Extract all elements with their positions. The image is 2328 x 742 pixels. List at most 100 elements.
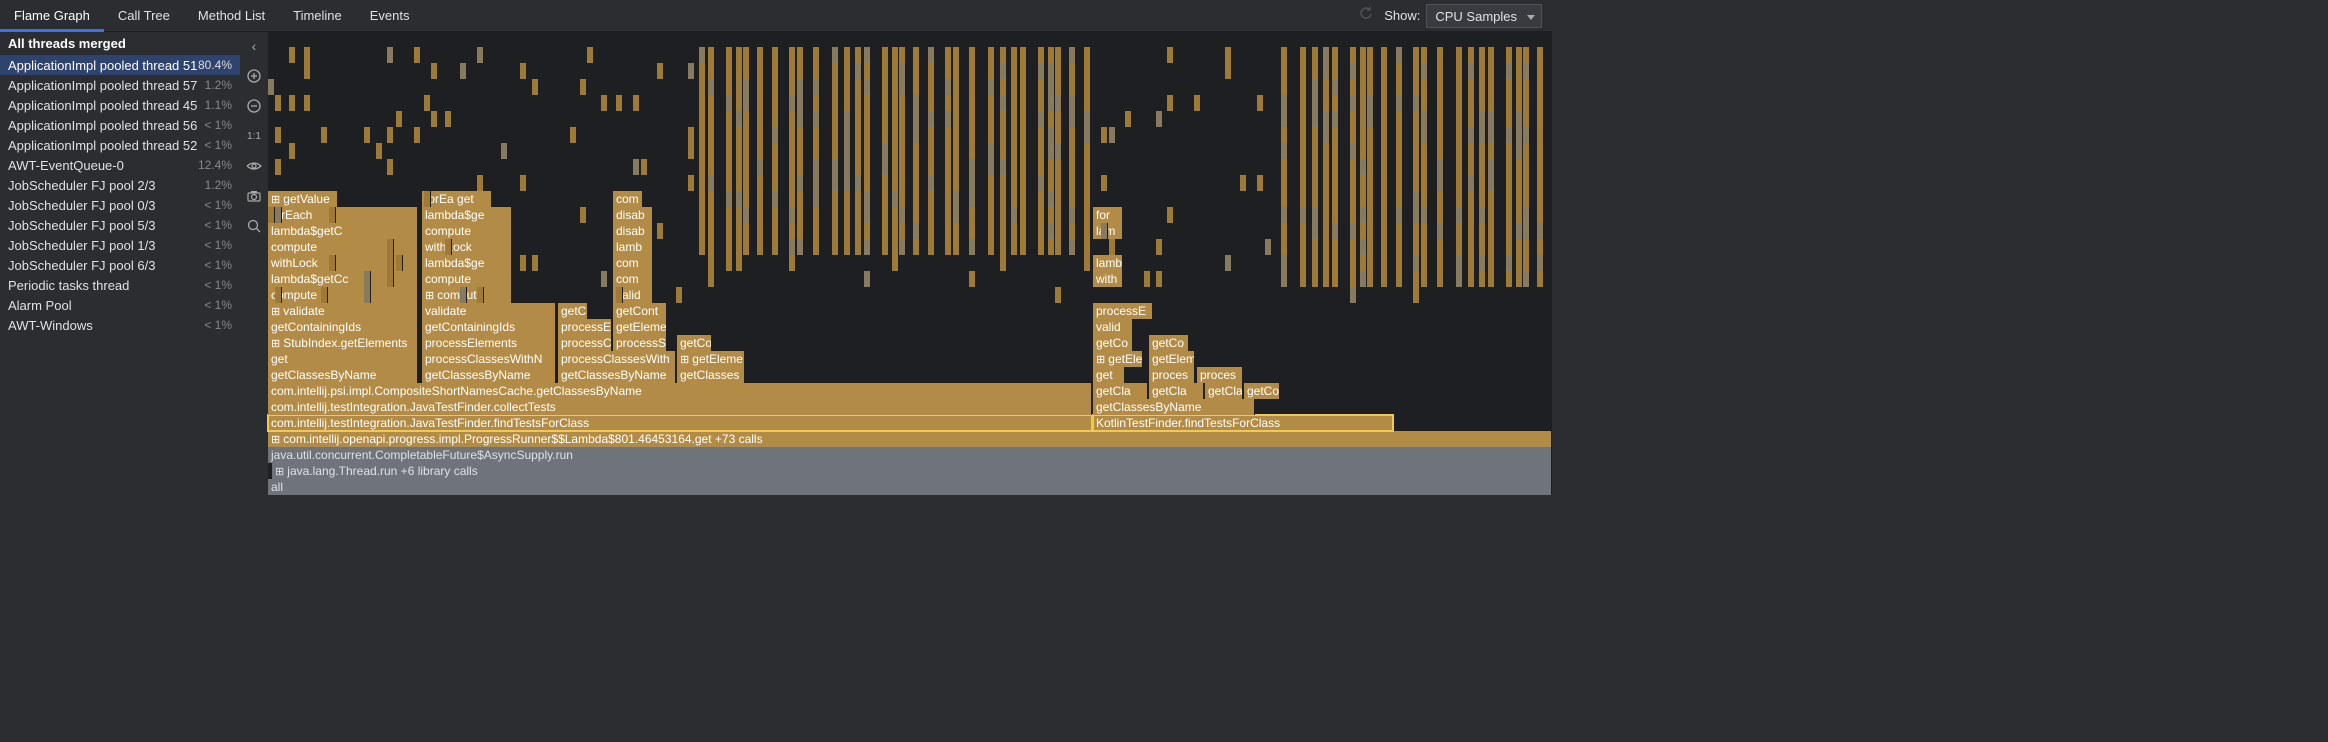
- flame-frame[interactable]: [1350, 191, 1357, 207]
- flame-frame[interactable]: [1367, 79, 1374, 95]
- flame-frame[interactable]: [726, 47, 733, 63]
- flame-frame[interactable]: [813, 111, 820, 127]
- flame-frame[interactable]: [1381, 47, 1388, 63]
- flame-frame[interactable]: com.intellij.psi.impl.CompositeShortName…: [268, 383, 1092, 399]
- flame-frame[interactable]: [1038, 223, 1045, 239]
- flame-frame[interactable]: [1038, 127, 1045, 143]
- flame-frame[interactable]: [1488, 159, 1495, 175]
- flame-frame[interactable]: [844, 223, 851, 239]
- flame-frame[interactable]: [1038, 239, 1045, 255]
- flame-frame[interactable]: [708, 95, 715, 111]
- flame-frame[interactable]: [1396, 127, 1403, 143]
- flame-frame[interactable]: [1265, 239, 1272, 255]
- flame-frame[interactable]: [864, 223, 871, 239]
- flame-frame[interactable]: [1084, 207, 1091, 223]
- flame-frame[interactable]: [953, 175, 960, 191]
- flame-frame[interactable]: [789, 175, 796, 191]
- flame-frame[interactable]: [855, 207, 862, 223]
- zoom-out-icon[interactable]: [244, 96, 264, 116]
- flame-frame[interactable]: [945, 47, 952, 63]
- flame-frame[interactable]: [1506, 255, 1513, 271]
- flame-frame[interactable]: [1516, 47, 1523, 63]
- flame-frame[interactable]: [928, 159, 935, 175]
- flame-frame[interactable]: [1367, 143, 1374, 159]
- flame-frame[interactable]: getEleme: [1149, 351, 1195, 367]
- flame-frame[interactable]: [969, 223, 976, 239]
- flame-frame[interactable]: [772, 207, 779, 223]
- flame-frame[interactable]: [708, 127, 715, 143]
- flame-frame[interactable]: [1421, 111, 1428, 127]
- flame-frame[interactable]: [1479, 159, 1486, 175]
- flame-frame[interactable]: [1332, 63, 1339, 79]
- flame-frame[interactable]: [743, 207, 750, 223]
- flame-frame[interactable]: [945, 175, 952, 191]
- flame-frame[interactable]: [844, 47, 851, 63]
- flame-frame[interactable]: [1456, 111, 1463, 127]
- flame-frame[interactable]: [1011, 63, 1018, 79]
- flame-frame[interactable]: [1537, 111, 1544, 127]
- flame-frame[interactable]: [789, 207, 796, 223]
- flame-frame[interactable]: [1350, 175, 1357, 191]
- flame-frame[interactable]: [1468, 111, 1475, 127]
- flame-frame[interactable]: [1506, 143, 1513, 159]
- flame-frame[interactable]: [1367, 127, 1374, 143]
- flame-frame[interactable]: [736, 191, 743, 207]
- flame-frame[interactable]: [953, 207, 960, 223]
- flame-frame[interactable]: [699, 175, 706, 191]
- flame-frame[interactable]: [813, 47, 820, 63]
- flame-frame[interactable]: [1300, 223, 1307, 239]
- flame-frame[interactable]: [1312, 175, 1319, 191]
- flame-frame[interactable]: [743, 95, 750, 111]
- flame-frame[interactable]: [1456, 271, 1463, 287]
- flame-frame[interactable]: [1413, 111, 1420, 127]
- flame-frame[interactable]: [1011, 127, 1018, 143]
- flame-frame[interactable]: [969, 191, 976, 207]
- flame-frame[interactable]: valid: [1093, 319, 1133, 335]
- flame-frame[interactable]: [1367, 239, 1374, 255]
- flame-frame[interactable]: [899, 79, 906, 95]
- flame-frame[interactable]: [913, 239, 920, 255]
- flame-frame[interactable]: [1156, 271, 1163, 287]
- flame-frame[interactable]: [1421, 271, 1428, 287]
- flame-frame[interactable]: [688, 175, 695, 191]
- flame-frame[interactable]: [855, 143, 862, 159]
- flame-frame[interactable]: [1069, 175, 1076, 191]
- flame-frame[interactable]: [832, 223, 839, 239]
- flame-frame[interactable]: com: [613, 191, 643, 207]
- flame-frame[interactable]: [580, 207, 587, 223]
- flame-frame[interactable]: compute: [268, 287, 418, 303]
- flame-frame[interactable]: lambda$ge: [422, 255, 512, 271]
- flame-frame[interactable]: [813, 175, 820, 191]
- flame-frame[interactable]: getCla: [1205, 383, 1243, 399]
- flame-frame[interactable]: [953, 127, 960, 143]
- flame-frame[interactable]: [1332, 223, 1339, 239]
- flame-frame[interactable]: compute: [422, 271, 512, 287]
- flame-frame[interactable]: disab: [613, 207, 653, 223]
- flame-frame[interactable]: [844, 191, 851, 207]
- flame-frame[interactable]: [1367, 175, 1374, 191]
- flame-frame[interactable]: [736, 223, 743, 239]
- flame-frame[interactable]: [757, 63, 764, 79]
- flame-frame[interactable]: [1537, 255, 1544, 271]
- flame-frame[interactable]: [743, 191, 750, 207]
- flame-frame[interactable]: [321, 287, 328, 303]
- flame-frame[interactable]: [757, 191, 764, 207]
- flame-frame[interactable]: [726, 175, 733, 191]
- flame-frame[interactable]: [1156, 239, 1163, 255]
- flame-frame[interactable]: [1523, 79, 1530, 95]
- flame-frame[interactable]: [988, 223, 995, 239]
- flame-frame[interactable]: [1367, 191, 1374, 207]
- flame-frame[interactable]: [1048, 47, 1055, 63]
- flame-frame[interactable]: [1523, 127, 1530, 143]
- flame-frame[interactable]: [1084, 223, 1091, 239]
- flame-frame[interactable]: getCo: [1244, 383, 1280, 399]
- flame-frame[interactable]: [1312, 143, 1319, 159]
- flame-frame[interactable]: [736, 127, 743, 143]
- flame-frame[interactable]: [1020, 95, 1027, 111]
- flame-frame[interactable]: [892, 143, 899, 159]
- flame-frame[interactable]: [1360, 127, 1367, 143]
- flame-frame[interactable]: [1516, 239, 1523, 255]
- flame-frame[interactable]: [1084, 159, 1091, 175]
- flame-frame[interactable]: [736, 79, 743, 95]
- flame-frame[interactable]: [1312, 191, 1319, 207]
